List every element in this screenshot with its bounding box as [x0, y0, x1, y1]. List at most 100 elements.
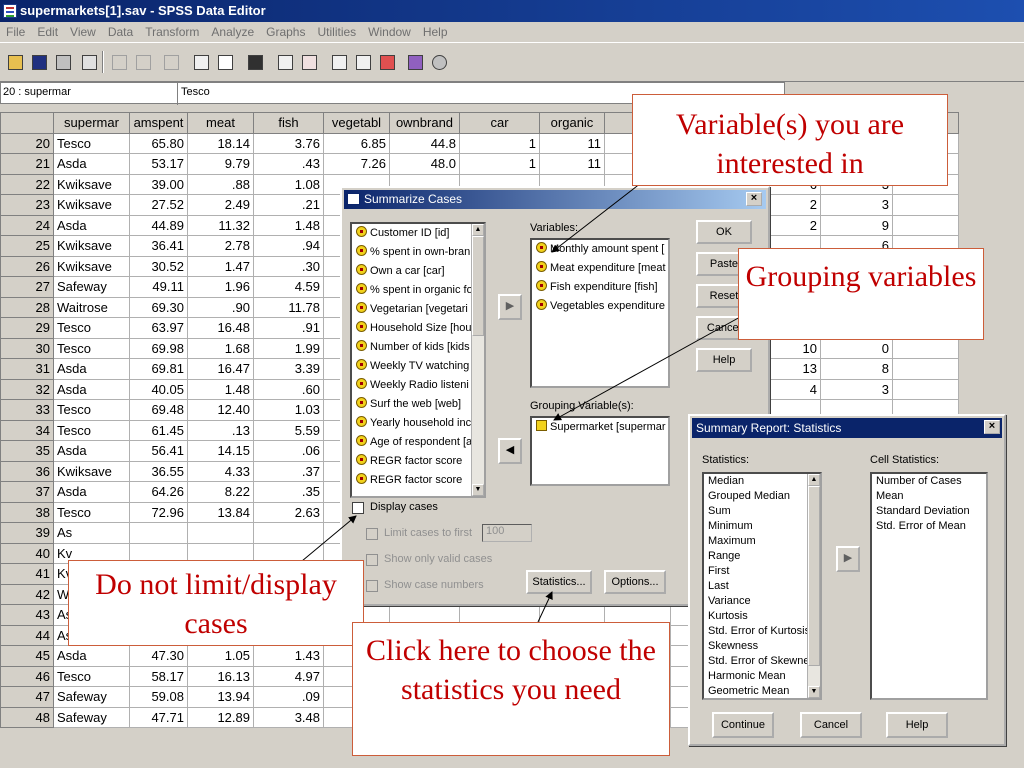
data-cell[interactable]: 1	[459, 132, 540, 154]
data-cell[interactable]: 44.89	[129, 214, 188, 236]
data-cell[interactable]: 18.14	[187, 132, 254, 154]
menu-transform[interactable]: Transform	[139, 25, 205, 39]
data-cell[interactable]: 16.13	[187, 665, 254, 687]
list-item[interactable]: Minimum	[704, 519, 820, 534]
data-cell[interactable]: 14.15	[187, 440, 254, 462]
column-header[interactable]: fish	[253, 112, 324, 134]
data-cell[interactable]: .37	[253, 460, 324, 482]
data-cell[interactable]: 4.97	[253, 665, 324, 687]
stats-cancel-button[interactable]: Cancel	[800, 712, 862, 738]
statistics-close-button[interactable]: ×	[984, 420, 1000, 434]
data-cell[interactable]: Asda	[53, 645, 130, 667]
list-item[interactable]: Monthly amount spent [	[532, 240, 668, 259]
row-number[interactable]: 34	[0, 419, 54, 441]
print-button[interactable]	[52, 51, 74, 73]
data-cell[interactable]: 64.26	[129, 481, 188, 503]
row-number[interactable]: 21	[0, 153, 54, 175]
data-cell[interactable]: 49.11	[129, 276, 188, 298]
row-number[interactable]: 22	[0, 173, 54, 195]
data-cell[interactable]: Asda	[53, 358, 130, 380]
data-cell[interactable]: 1.05	[187, 645, 254, 667]
row-number[interactable]: 26	[0, 255, 54, 277]
value-labels-button[interactable]	[404, 51, 426, 73]
goto-case-button[interactable]	[190, 51, 212, 73]
list-item[interactable]: Weekly TV watching	[352, 357, 484, 376]
row-number[interactable]: 29	[0, 317, 54, 339]
data-cell[interactable]: 9.79	[187, 153, 254, 175]
row-number[interactable]: 37	[0, 481, 54, 503]
data-cell[interactable]: 53.17	[129, 153, 188, 175]
row-number[interactable]: 24	[0, 214, 54, 236]
data-cell[interactable]: Safeway	[53, 276, 130, 298]
data-cell[interactable]: Tesco	[53, 317, 130, 339]
list-item[interactable]: Std. Error of Kurtosis	[704, 624, 820, 639]
menu-graphs[interactable]: Graphs	[260, 25, 311, 39]
data-cell[interactable]: 69.81	[129, 358, 188, 380]
data-cell[interactable]: 69.98	[129, 337, 188, 359]
data-cell[interactable]: Kwiksave	[53, 235, 130, 257]
help-button[interactable]: Help	[696, 348, 752, 372]
list-item[interactable]: Geometric Mean	[704, 684, 820, 698]
data-cell[interactable]: 1.68	[187, 337, 254, 359]
scroll-down-icon[interactable]: ▼	[472, 484, 484, 496]
data-cell[interactable]: Asda	[53, 440, 130, 462]
data-cell[interactable]: .06	[253, 440, 324, 462]
row-number[interactable]: 46	[0, 665, 54, 687]
row-number[interactable]: 23	[0, 194, 54, 216]
list-item[interactable]: Vegetables expenditure	[532, 297, 668, 316]
column-header[interactable]: amspent	[129, 112, 188, 134]
chart-builder-button[interactable]	[160, 51, 182, 73]
list-item[interactable]: Harmonic Mean	[704, 669, 820, 684]
list-item[interactable]: Vegetarian [vegetari	[352, 300, 484, 319]
data-cell[interactable]: Asda	[53, 378, 130, 400]
select-cases-button[interactable]	[376, 51, 398, 73]
data-cell[interactable]: Kwiksave	[53, 460, 130, 482]
data-cell[interactable]: 59.08	[129, 686, 188, 708]
data-cell[interactable]: 7.26	[323, 153, 390, 175]
list-item[interactable]: Std. Error of Skewness	[704, 654, 820, 669]
valid-cases-checkbox[interactable]	[366, 554, 378, 566]
summarize-close-button[interactable]: ×	[746, 192, 762, 206]
data-cell[interactable]: 69.30	[129, 296, 188, 318]
data-cell[interactable]	[187, 522, 254, 544]
data-cell[interactable]: Asda	[53, 153, 130, 175]
menu-help[interactable]: Help	[417, 25, 454, 39]
data-cell[interactable]: .88	[187, 173, 254, 195]
split-file-button[interactable]	[328, 51, 350, 73]
data-cell[interactable]: 47.71	[129, 706, 188, 728]
row-number[interactable]: 48	[0, 706, 54, 728]
data-cell[interactable]: 13.84	[187, 501, 254, 523]
row-number[interactable]: 44	[0, 624, 54, 646]
data-cell[interactable]: 63.97	[129, 317, 188, 339]
display-cases-checkbox[interactable]	[352, 502, 364, 514]
row-number[interactable]: 47	[0, 686, 54, 708]
data-cell[interactable]: 2.78	[187, 235, 254, 257]
data-cell[interactable]: 1.08	[253, 173, 324, 195]
data-cell[interactable]: 27.52	[129, 194, 188, 216]
row-number[interactable]: 28	[0, 296, 54, 318]
menu-analyze[interactable]: Analyze	[205, 25, 260, 39]
ok-button[interactable]: OK	[696, 220, 752, 244]
data-cell[interactable]: 30.52	[129, 255, 188, 277]
data-cell[interactable]: 48.0	[389, 153, 460, 175]
data-cell[interactable]: 3.76	[253, 132, 324, 154]
list-item[interactable]: Sum	[704, 504, 820, 519]
data-cell[interactable]	[892, 337, 959, 359]
list-item[interactable]: Median	[704, 474, 820, 489]
list-item[interactable]: % spent in own-bran	[352, 243, 484, 262]
row-number[interactable]: 40	[0, 542, 54, 564]
data-cell[interactable]: 4.59	[253, 276, 324, 298]
data-cell[interactable]: 12.89	[187, 706, 254, 728]
data-cell[interactable]: Tesco	[53, 132, 130, 154]
column-header[interactable]: supermar	[53, 112, 130, 134]
data-cell[interactable]: Kwiksave	[53, 173, 130, 195]
list-item[interactable]: Range	[704, 549, 820, 564]
data-cell[interactable]: 39.00	[129, 173, 188, 195]
data-cell[interactable]: 3.48	[253, 706, 324, 728]
column-header[interactable]: vegetabl	[323, 112, 390, 134]
undo-button[interactable]	[108, 51, 130, 73]
window-title-bar[interactable]: supermarkets[1].sav - SPSS Data Editor	[0, 0, 1024, 22]
list-item[interactable]: Age of respondent [a	[352, 433, 484, 452]
data-cell[interactable]: 11.32	[187, 214, 254, 236]
data-cell[interactable]: Kwiksave	[53, 255, 130, 277]
